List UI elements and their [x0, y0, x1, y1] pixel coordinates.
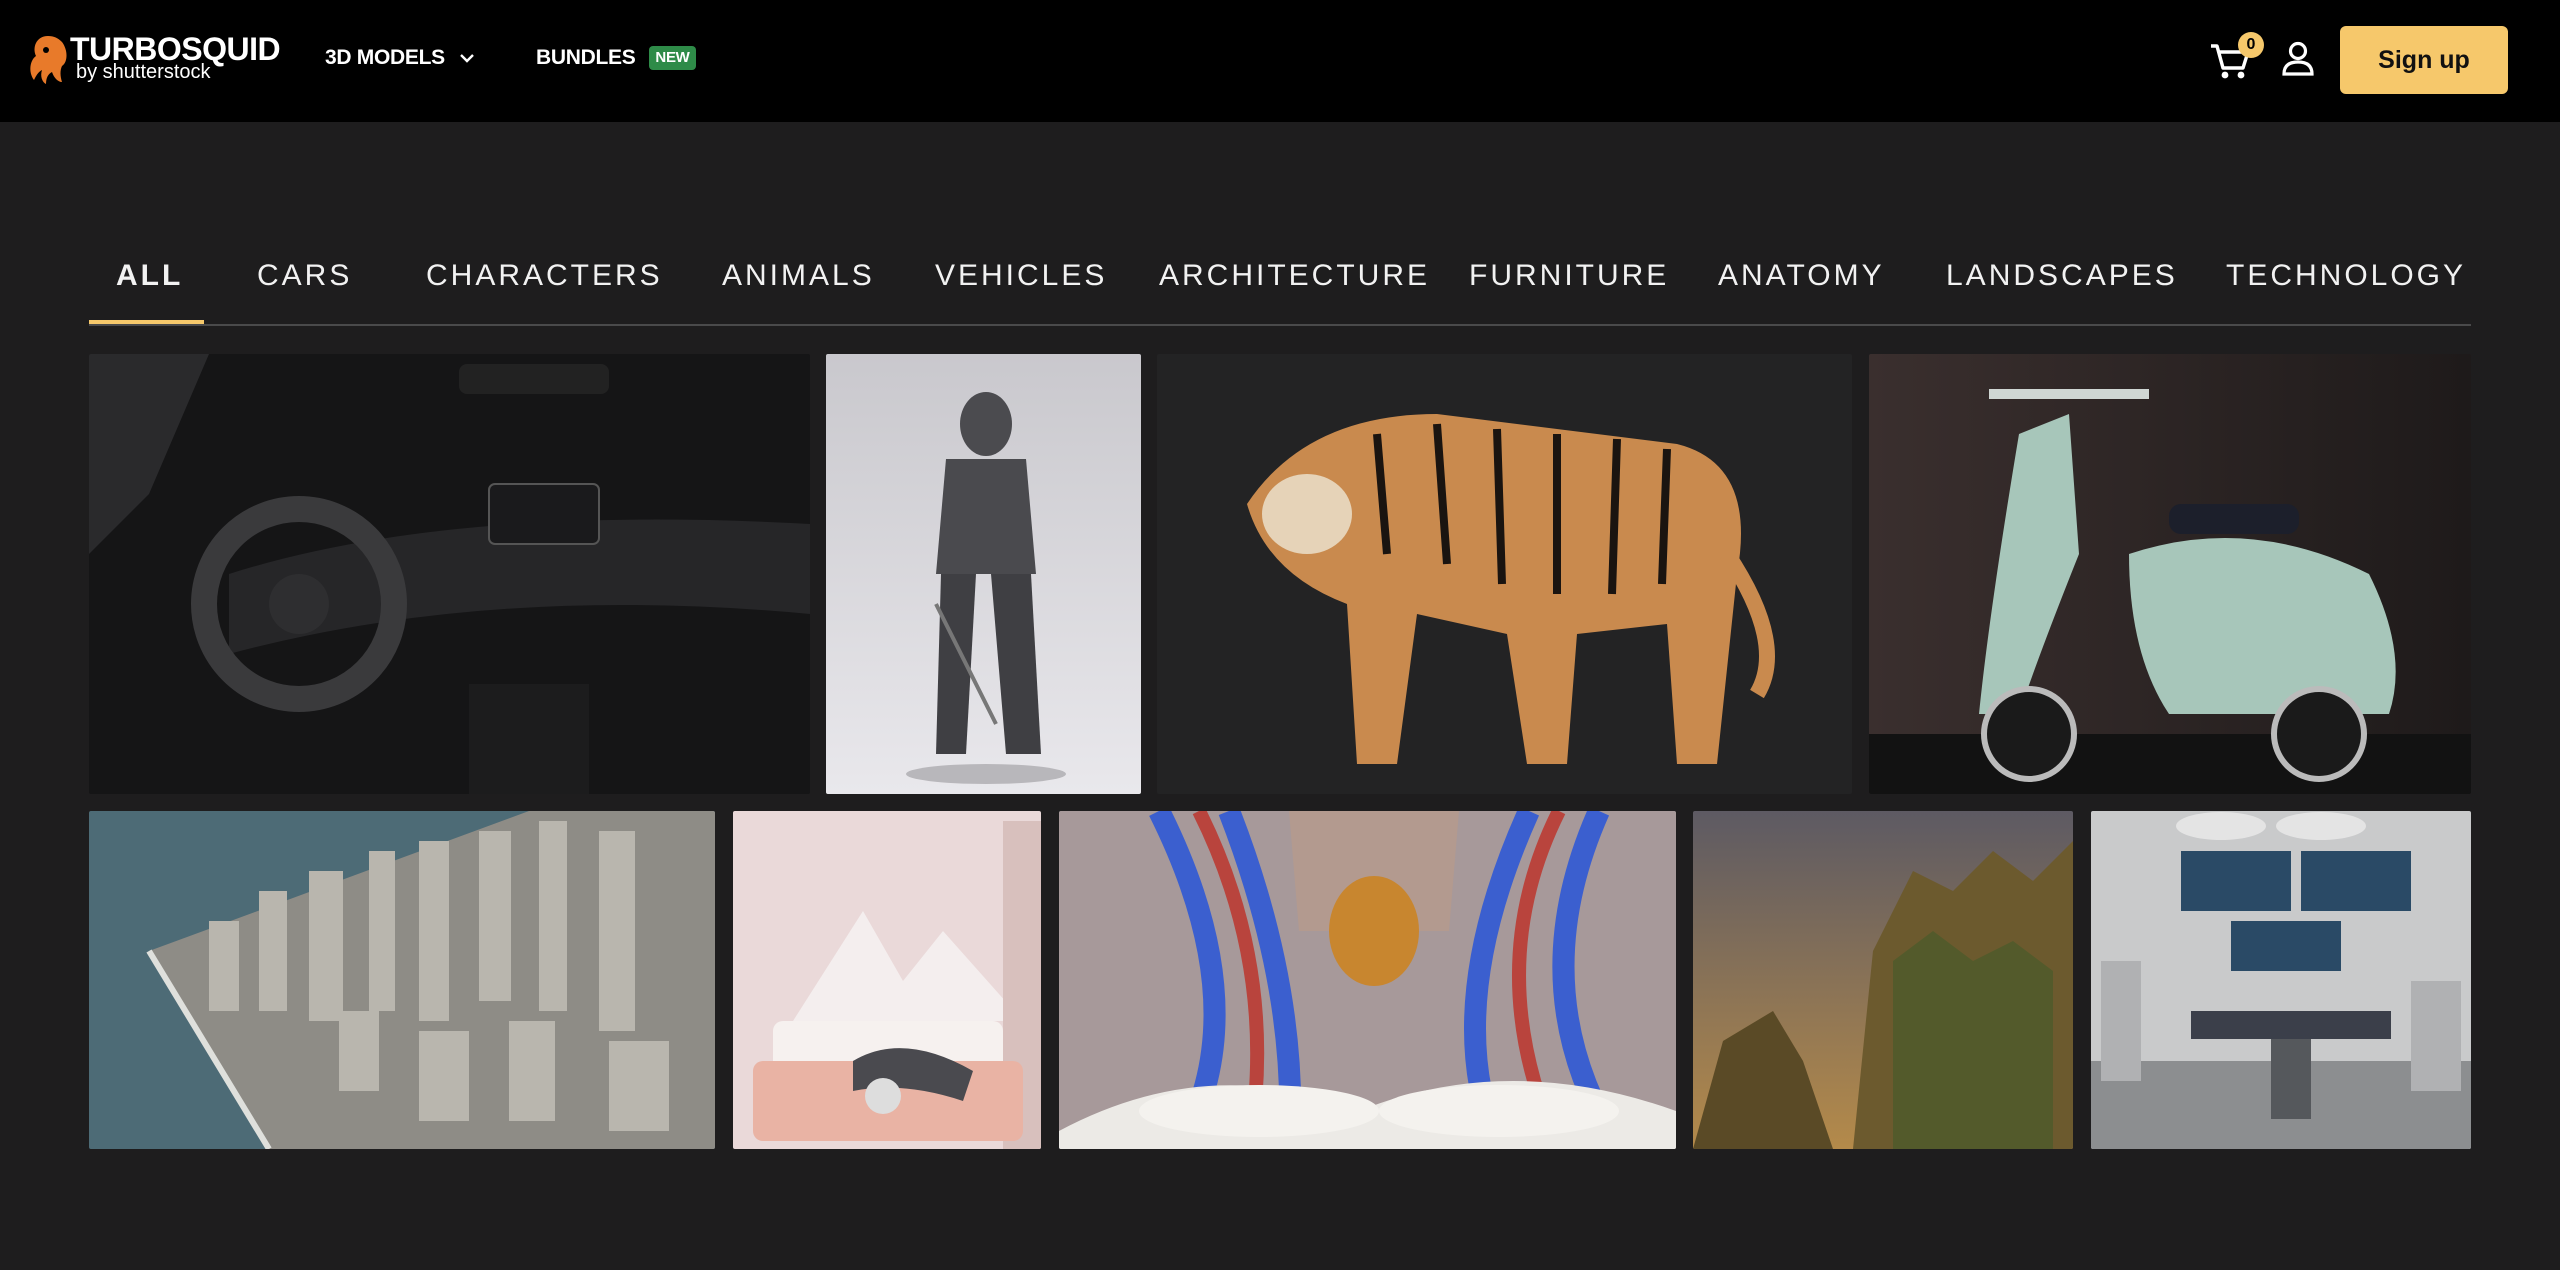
- model-tile-knight[interactable]: [826, 354, 1141, 794]
- nav-bundles-label: BUNDLES: [536, 46, 636, 69]
- tab-cars[interactable]: CARS: [257, 258, 352, 294]
- model-tile-tiger[interactable]: [1157, 354, 1852, 794]
- nav-3d-models[interactable]: 3D MODELS: [325, 44, 477, 72]
- tab-landscapes[interactable]: LANDSCAPES: [1946, 258, 2178, 294]
- model-tile-bedroom[interactable]: [733, 811, 1041, 1149]
- scooter-image: [1869, 354, 2471, 794]
- chevron-down-icon: [459, 54, 474, 63]
- landscape-image: [1693, 811, 2073, 1149]
- squid-logo-icon: [30, 36, 67, 84]
- top-header: TURBOSQUID by shutterstock 3D MODELS BUN…: [0, 0, 2560, 122]
- model-tile-anatomy[interactable]: [1059, 811, 1676, 1149]
- tab-furniture[interactable]: FURNITURE: [1469, 258, 1669, 294]
- city-image: [89, 811, 715, 1149]
- model-tile-city[interactable]: [89, 811, 715, 1149]
- logo-byline: by shutterstock: [76, 61, 211, 83]
- car-interior-image: [89, 354, 810, 794]
- tab-architecture[interactable]: ARCHITECTURE: [1159, 258, 1430, 294]
- user-icon[interactable]: [2280, 40, 2316, 78]
- category-tabs: ALL CARS CHARACTERS ANIMALS VEHICLES ARC…: [89, 240, 2471, 326]
- knight-image: [826, 354, 1141, 794]
- bedroom-image: [733, 811, 1041, 1149]
- model-tile-landscape[interactable]: [1693, 811, 2073, 1149]
- cart-count-badge: 0: [2238, 32, 2264, 58]
- nav-bundles[interactable]: BUNDLES NEW: [536, 44, 696, 72]
- model-tile-scooter[interactable]: [1869, 354, 2471, 794]
- tab-all[interactable]: ALL: [116, 258, 183, 294]
- new-badge: NEW: [649, 46, 696, 70]
- tab-anatomy[interactable]: ANATOMY: [1718, 258, 1885, 294]
- operating-room-image: [2091, 811, 2471, 1149]
- turbosquid-logo[interactable]: TURBOSQUID by shutterstock: [26, 30, 286, 88]
- signup-button[interactable]: Sign up: [2340, 26, 2508, 94]
- tiger-image: [1157, 354, 1852, 794]
- anatomy-image: [1059, 811, 1676, 1149]
- active-tab-underline: [89, 320, 204, 324]
- nav-3d-models-label: 3D MODELS: [325, 46, 445, 69]
- model-tile-operating-room[interactable]: [2091, 811, 2471, 1149]
- model-tile-car-interior[interactable]: [89, 354, 810, 794]
- tab-vehicles[interactable]: VEHICLES: [935, 258, 1107, 294]
- tab-animals[interactable]: ANIMALS: [722, 258, 875, 294]
- tab-characters[interactable]: CHARACTERS: [426, 258, 663, 294]
- tab-technology[interactable]: TECHNOLOGY: [2226, 258, 2466, 294]
